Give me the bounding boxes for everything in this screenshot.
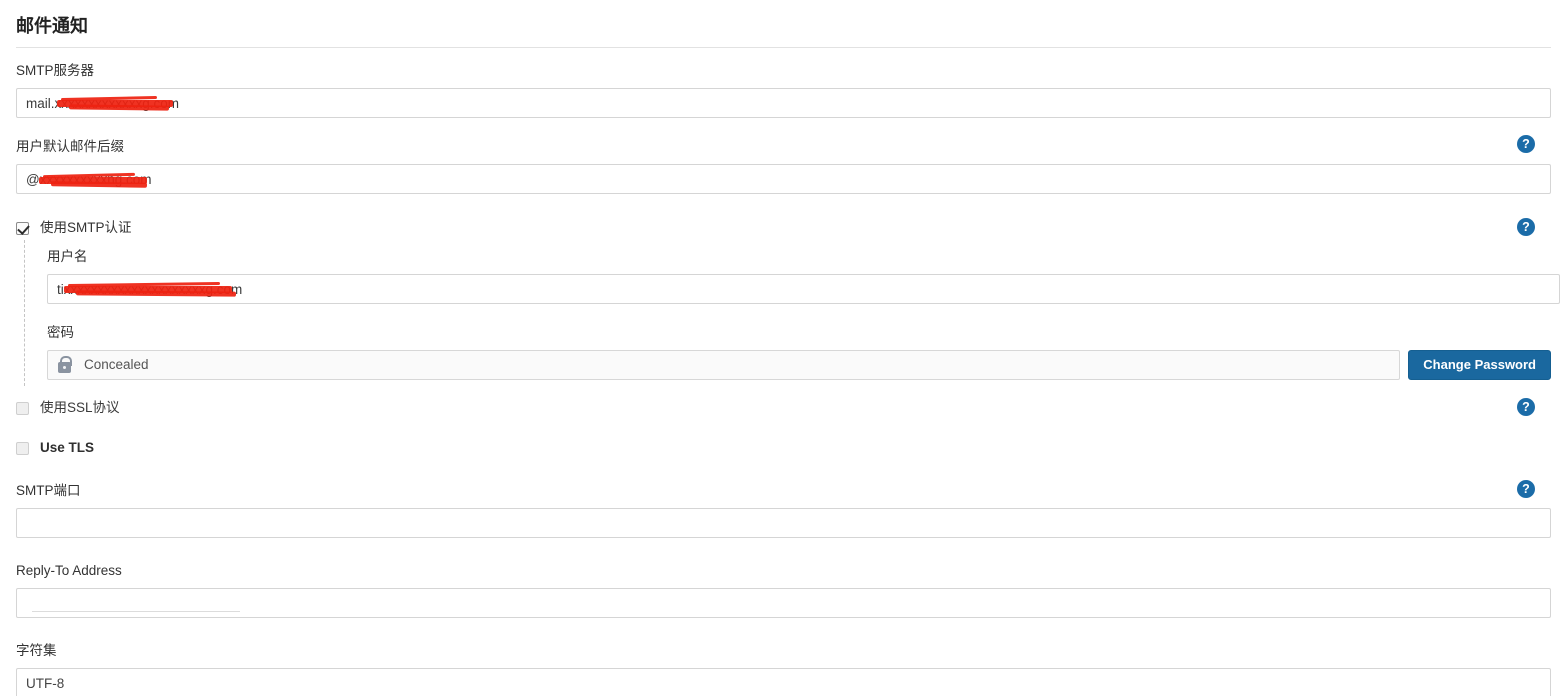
field-use-ssl: ? 使用SSL协议 [16,398,1551,418]
smtp-server-value: mail.xxxxxxxxxxxxxg.com [26,96,180,111]
field-smtp-port: ? SMTP端口 [16,480,1551,538]
password-label: 密码 [47,325,74,340]
username-label: 用户名 [47,249,88,264]
email-notification-settings-page: 邮件通知 SMTP服务器 mail.xxxxxxxxxxxxxg.com ? 用… [0,0,1567,696]
use-smtp-auth-label: 使用SMTP认证 [40,220,132,235]
reply-to-label: Reply-To Address [16,563,122,578]
change-password-button[interactable]: Change Password [1408,350,1551,380]
use-smtp-auth-checkbox[interactable] [16,221,29,235]
password-input[interactable]: Concealed [47,350,1401,380]
charset-label: 字符集 [16,643,57,658]
use-tls-row[interactable]: Use TLS [16,438,1551,458]
smtp-server-input[interactable]: mail.xxxxxxxxxxxxxg.com [16,88,1551,118]
smtp-auth-group: 用户名 tixxxxxxxxxxxxxxxxxxxxxg.com 密码 Conc… [24,240,1560,386]
default-suffix-input[interactable]: @xxxxxxxxxxng.com [16,164,1551,194]
field-use-smtp-auth: ? 使用SMTP认证 [16,218,1551,238]
smtp-port-input[interactable] [16,508,1551,538]
smtp-server-label: SMTP服务器 [16,63,95,78]
field-password: 密码 Concealed Change Password [47,324,1551,380]
help-icon[interactable]: ? [1517,480,1535,498]
use-tls-checkbox[interactable] [16,441,29,455]
password-row: Concealed Change Password [47,350,1551,380]
use-tls-label: Use TLS [40,440,95,455]
charset-input[interactable] [16,668,1551,696]
lock-icon [48,351,80,379]
use-smtp-auth-row[interactable]: 使用SMTP认证 [16,218,1551,238]
autofill-divider [32,611,240,612]
field-default-suffix: ? 用户默认邮件后缀 @xxxxxxxxxxng.com [16,135,1551,194]
field-username: 用户名 tixxxxxxxxxxxxxxxxxxxxxg.com [47,248,1560,304]
field-charset: 字符集 [16,642,1551,696]
use-ssl-row[interactable]: 使用SSL协议 [16,398,1551,418]
use-ssl-label: 使用SSL协议 [40,400,120,415]
reply-to-input[interactable] [16,588,1551,618]
help-icon[interactable]: ? [1517,135,1535,153]
title-divider [16,47,1551,48]
username-input[interactable]: tixxxxxxxxxxxxxxxxxxxxxg.com [47,274,1560,304]
field-use-tls: Use TLS [16,438,1551,458]
field-reply-to: Reply-To Address [16,562,1551,618]
page-title: 邮件通知 [16,16,88,36]
smtp-port-label: SMTP端口 [16,483,81,498]
use-ssl-checkbox[interactable] [16,401,29,415]
field-smtp-server: SMTP服务器 mail.xxxxxxxxxxxxxg.com [16,62,1551,118]
default-suffix-value: @xxxxxxxxxxng.com [26,172,152,187]
default-suffix-label: 用户默认邮件后缀 [16,139,124,154]
password-value: Concealed [84,357,149,372]
username-value: tixxxxxxxxxxxxxxxxxxxxxg.com [57,282,243,297]
